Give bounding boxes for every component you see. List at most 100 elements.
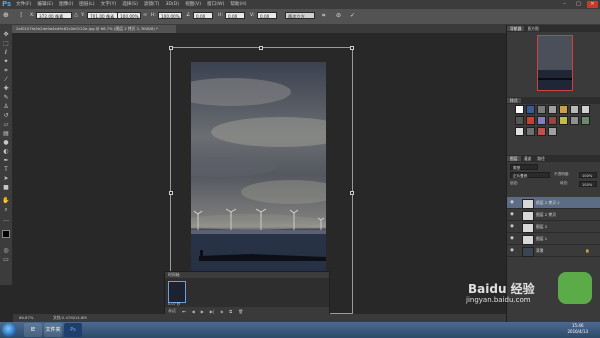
style-swatch[interactable] (581, 116, 590, 125)
clone-stamp-icon[interactable]: ♙ (2, 103, 10, 110)
system-clock[interactable]: 15:46 2016/4/13 (567, 323, 588, 335)
type-tool-icon[interactable]: T (2, 166, 10, 173)
style-swatch[interactable] (515, 105, 524, 114)
hand-tool-icon[interactable]: ✋ (2, 197, 10, 204)
transform-handle-tl[interactable] (169, 46, 173, 50)
fill-input[interactable]: 100% (579, 181, 597, 187)
menu-type[interactable]: 文字(Y) (101, 0, 117, 9)
style-swatch[interactable] (548, 116, 557, 125)
taskbar-app-folder[interactable]: 文件夹 (44, 323, 62, 337)
tween-icon[interactable]: ◈ (220, 309, 223, 314)
maximize-icon[interactable]: □ (573, 1, 584, 8)
quick-mask-icon[interactable]: ◎ (2, 247, 10, 254)
transform-handle-right[interactable] (350, 191, 354, 195)
style-swatch[interactable] (526, 105, 535, 114)
pen-tool-icon[interactable]: ✒ (2, 157, 10, 164)
v-skew-input[interactable]: 0.00 (257, 12, 277, 19)
style-swatch[interactable] (515, 116, 524, 125)
layer-row[interactable]: ◉ 图层 2 拷贝 (507, 209, 600, 221)
layer-row[interactable]: ◉ 图层 1 (507, 233, 600, 245)
commit-transform-icon[interactable]: ✓ (350, 12, 355, 19)
shape-tool-icon[interactable]: ■ (2, 184, 10, 191)
eye-icon[interactable]: ◉ (510, 221, 514, 233)
next-frame-icon[interactable]: ▶| (210, 309, 214, 314)
style-swatch[interactable] (570, 116, 579, 125)
style-swatch[interactable] (548, 105, 557, 114)
style-swatch[interactable] (548, 127, 557, 136)
blend-mode-select[interactable]: 正片叠底 (510, 172, 550, 178)
dodge-tool-icon[interactable]: ◐ (2, 148, 10, 155)
style-swatch[interactable] (559, 105, 568, 114)
opacity-input[interactable]: 100% (579, 172, 597, 178)
menu-edit[interactable]: 编辑(E) (37, 0, 53, 9)
style-swatch[interactable] (526, 116, 535, 125)
tab-styles[interactable]: 样式 (507, 98, 521, 103)
eraser-tool-icon[interactable]: ▱ (2, 121, 10, 128)
eyedropper-icon[interactable]: ⁄ (2, 76, 10, 83)
brush-tool-icon[interactable]: ✎ (2, 94, 10, 101)
menu-image[interactable]: 图像(I) (59, 0, 73, 9)
tab-channels[interactable]: 通道 (521, 156, 535, 161)
menu-3d[interactable]: 3D(D) (165, 0, 179, 9)
minimize-icon[interactable]: – (559, 1, 570, 8)
eye-icon[interactable]: ◉ (510, 233, 514, 245)
screen-mode-icon[interactable]: ▭ (2, 256, 10, 263)
style-swatch[interactable] (526, 127, 535, 136)
style-swatch[interactable] (537, 127, 546, 136)
taskbar-app-photoshop[interactable]: Ps (64, 323, 82, 337)
move-tool-icon[interactable]: ✥ (2, 31, 10, 38)
lasso-tool-icon[interactable]: ℓ (2, 49, 10, 56)
eye-icon[interactable]: ◉ (510, 197, 514, 209)
tab-paths[interactable]: 路径 (534, 156, 548, 161)
path-selection-icon[interactable]: ➤ (2, 175, 10, 182)
style-swatch[interactable] (537, 116, 546, 125)
zoom-level[interactable]: 66.67% (19, 314, 33, 322)
menu-layer[interactable]: 图层(L) (79, 0, 94, 9)
eye-icon[interactable]: ◉ (510, 209, 514, 221)
menu-view[interactable]: 视图(V) (185, 0, 201, 9)
magic-wand-icon[interactable]: ✦ (2, 58, 10, 65)
play-icon[interactable]: ▶ (201, 309, 204, 314)
style-swatch[interactable] (559, 116, 568, 125)
transform-handle-tr[interactable] (350, 46, 354, 50)
layer-row[interactable]: ◉ 背景 🔒 (507, 245, 600, 257)
transform-handle-top[interactable] (259, 46, 263, 50)
menu-help[interactable]: 帮助(H) (230, 0, 246, 9)
layer-kind-filter[interactable]: 类型 (510, 164, 538, 170)
document-tab[interactable]: 2af0107fa5e2de9a4ed9c62c0e0122e.jpg @ 66… (12, 25, 176, 33)
timeline-frame-thumbnail[interactable] (168, 281, 186, 303)
zoom-tool-icon[interactable]: ⌕ (2, 206, 10, 213)
cancel-transform-icon[interactable]: ⊘ (336, 12, 341, 19)
healing-brush-icon[interactable]: ✚ (2, 85, 10, 92)
w-input[interactable]: 100.00% (117, 12, 141, 19)
style-swatch[interactable] (581, 105, 590, 114)
interpolation-select[interactable]: 两次立方 (285, 12, 315, 19)
x-input[interactable]: 372.00 像素 (36, 12, 72, 19)
tab-histogram[interactable]: 直方图 (524, 26, 541, 31)
style-swatch[interactable] (515, 127, 524, 136)
menu-filter[interactable]: 滤镜(T) (144, 0, 160, 9)
link-icon[interactable]: ∞ (143, 12, 147, 19)
style-swatch[interactable] (570, 105, 579, 114)
tab-navigator[interactable]: 导航器 (507, 26, 525, 31)
navigator-preview[interactable] (537, 35, 573, 91)
h-skew-input[interactable]: 0.00 (225, 12, 245, 19)
delete-frame-icon[interactable]: 🗑 (238, 309, 243, 314)
close-icon[interactable]: ✕ (587, 1, 598, 8)
tab-layers[interactable]: 图层 (507, 156, 521, 161)
marquee-tool-icon[interactable]: ⬚ (2, 40, 10, 47)
angle-input[interactable]: 0.00 (193, 12, 213, 19)
prev-frame-icon[interactable]: ◀ (192, 309, 195, 314)
style-swatch[interactable] (537, 105, 546, 114)
menu-file[interactable]: 文件(F) (16, 0, 31, 9)
gradient-tool-icon[interactable]: ▤ (2, 130, 10, 137)
first-frame-icon[interactable]: ⏮ (182, 309, 186, 314)
duplicate-frame-icon[interactable]: ⧉ (229, 309, 232, 314)
menu-select[interactable]: 选择(S) (122, 0, 138, 9)
transform-handle-left[interactable] (169, 191, 173, 195)
eye-icon[interactable]: ◉ (510, 245, 514, 257)
layer-row[interactable]: ◉ 图层 2 拷贝 2 (507, 197, 600, 209)
foreground-color-swatch[interactable] (2, 230, 10, 238)
blur-tool-icon[interactable]: ● (2, 139, 10, 146)
crop-tool-icon[interactable]: ⌗ (2, 67, 10, 74)
